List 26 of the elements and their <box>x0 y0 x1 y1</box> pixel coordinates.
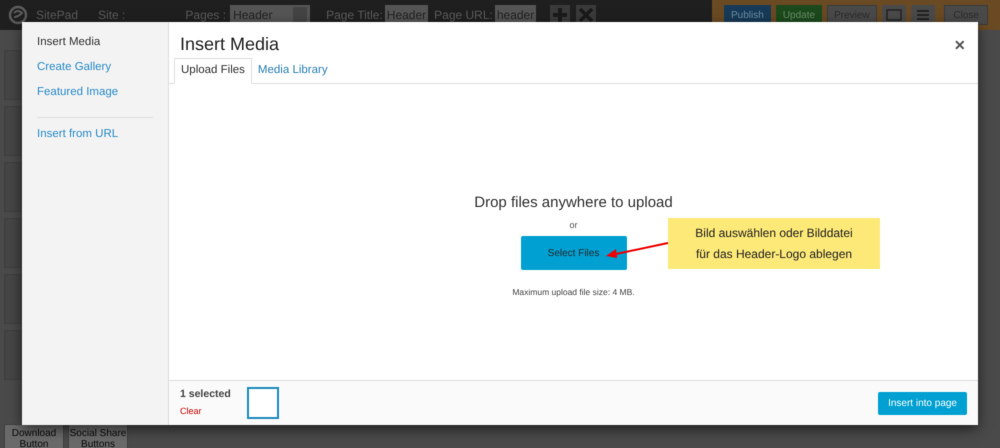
close-button[interactable]: × <box>954 36 965 54</box>
widget-tile[interactable]: Download Button <box>4 424 64 448</box>
select-files-button[interactable]: Select Files <box>520 236 626 270</box>
widget-tile[interactable]: Social Share Buttons <box>68 424 128 448</box>
annotation-callout: Bild auswählen oder Bilddatei für das Header-Logo ablegen <box>668 218 880 269</box>
selection-count: 1 selected <box>180 387 231 402</box>
or-label: or <box>569 218 578 232</box>
logo-icon <box>8 5 28 25</box>
sidebar-link[interactable]: Insert from URL <box>37 126 153 151</box>
dialog-title: Insert Media <box>180 33 280 56</box>
selected-thumbnail[interactable] <box>246 387 279 419</box>
tab[interactable]: Media Library <box>252 58 334 84</box>
sidebar-link[interactable]: Featured Image <box>37 84 153 109</box>
pages-label: Pages : <box>185 7 226 24</box>
leader-line <box>604 241 669 259</box>
page-title-label: Page Title: <box>326 7 383 24</box>
tab[interactable]: Upload Files <box>174 58 252 84</box>
sidebar-link[interactable]: Insert Media <box>37 34 153 59</box>
brand-name: SitePad <box>36 7 78 24</box>
site-label: Site : <box>98 7 126 24</box>
drop-heading: Drop files anywhere to upload <box>474 193 673 213</box>
clear-link[interactable]: Clear <box>180 405 231 419</box>
page-url-label: Page URL: <box>434 7 493 24</box>
sidebar-link[interactable]: Create Gallery <box>37 59 153 84</box>
upload-size-note: Maximum upload file size: 4 MB. <box>512 286 635 299</box>
insert-button[interactable]: Insert into page <box>878 392 967 414</box>
